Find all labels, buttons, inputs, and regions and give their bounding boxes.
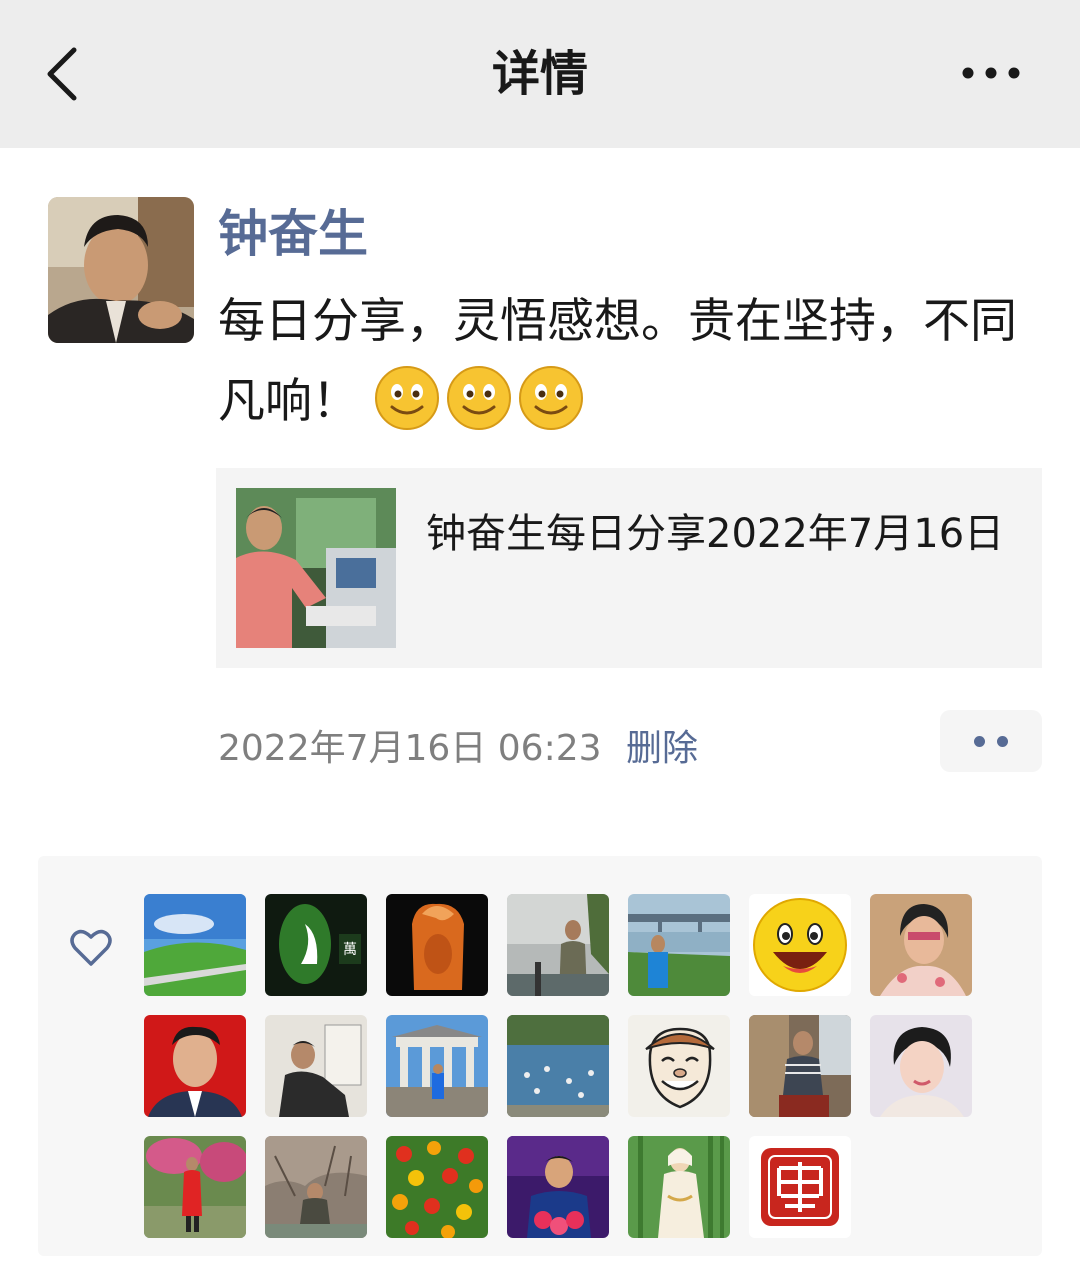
liker-avatar[interactable] (386, 894, 488, 996)
liker-avatar[interactable] (144, 1015, 246, 1117)
smiley-emoji-icon (446, 366, 511, 430)
liker-avatar[interactable] (628, 894, 730, 996)
liker-avatar[interactable] (386, 1015, 488, 1117)
liker-avatar[interactable]: 萬 (265, 894, 367, 996)
page-title: 详情 (491, 46, 588, 102)
liker-avatar[interactable] (507, 1136, 609, 1238)
menu-dot (974, 736, 985, 747)
liker-avatar[interactable] (628, 1136, 730, 1238)
smiley-emoji-icon (518, 366, 583, 430)
author-name[interactable]: 钟奋生 (218, 200, 368, 268)
delete-button[interactable]: 删除 (626, 724, 698, 774)
post-text: 每日分享，灵悟感想。贵在坚持，不同凡响！ (218, 282, 1048, 442)
post-timestamp: 2022年7月16日 06:23 (218, 728, 602, 769)
liker-avatar[interactable] (265, 1136, 367, 1238)
liker-avatar[interactable] (749, 1136, 851, 1238)
post-text-body: 每日分享，灵悟感想。贵在坚持，不同凡响！ (218, 294, 1017, 429)
liker-avatar[interactable] (870, 1015, 972, 1117)
author-avatar[interactable] (48, 197, 194, 343)
liker-avatar[interactable] (628, 1015, 730, 1117)
more-options-icon[interactable] (956, 58, 1026, 88)
link-title: 钟奋生每日分享2022年7月16日 (426, 511, 1005, 557)
link-thumbnail (236, 488, 396, 648)
menu-dot (997, 736, 1008, 747)
liker-avatar[interactable] (386, 1136, 488, 1238)
liker-avatar[interactable] (265, 1015, 367, 1117)
liker-avatar[interactable] (144, 1136, 246, 1238)
navigation-bar: 详情 (0, 0, 1080, 148)
liker-avatar[interactable] (749, 1015, 851, 1117)
heart-outline-icon (70, 929, 112, 966)
liker-avatar[interactable] (507, 894, 609, 996)
smiley-emoji-icon (374, 366, 439, 430)
liker-avatar[interactable] (144, 894, 246, 996)
shared-link-card[interactable]: 钟奋生每日分享2022年7月16日 (216, 468, 1042, 668)
liker-avatar[interactable] (749, 894, 851, 996)
liker-avatar[interactable] (870, 894, 972, 996)
liker-avatar[interactable] (507, 1015, 609, 1117)
svg-text:萬: 萬 (343, 942, 357, 958)
likes-panel: 萬 (38, 856, 1042, 1256)
comment-like-menu-button[interactable] (940, 710, 1042, 772)
